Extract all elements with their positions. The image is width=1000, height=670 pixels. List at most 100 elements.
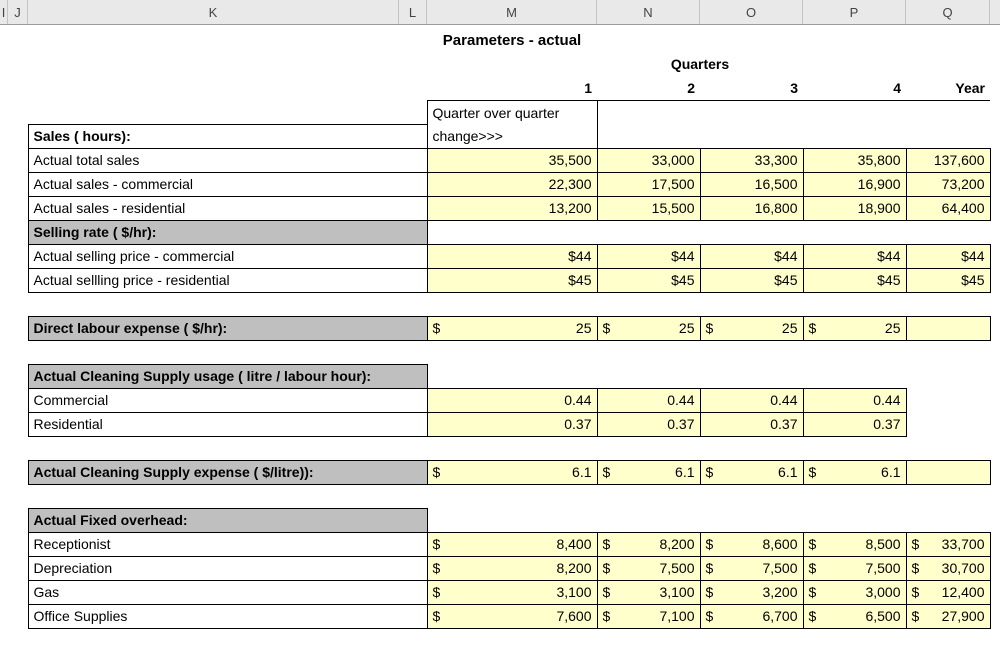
overhead-value-cell[interactable]: $7,500	[597, 556, 700, 580]
overhead-value-cell[interactable]: $7,600	[427, 604, 597, 628]
overhead-value-cell[interactable]: $8,400	[427, 532, 597, 556]
overhead-value-cell[interactable]: $6,700	[700, 604, 803, 628]
period-header-q2[interactable]: 2	[597, 76, 700, 100]
usage-value-cell[interactable]: 0.44	[700, 388, 803, 412]
sales-value-cell[interactable]: 137,600	[906, 148, 990, 172]
row-label-selling-price-commercial[interactable]: Actual selling price - commercial	[28, 244, 427, 268]
sales-value-cell[interactable]: 33,000	[597, 148, 700, 172]
period-header-year[interactable]: Year	[906, 76, 990, 100]
overhead-value-cell[interactable]: $8,500	[803, 532, 906, 556]
quarters-header[interactable]: Quarters	[597, 52, 803, 76]
row-label-depreciation[interactable]: Depreciation	[28, 556, 427, 580]
column-header-m[interactable]: M	[427, 0, 597, 24]
column-header-k[interactable]: K	[28, 0, 399, 24]
column-header-q[interactable]: Q	[906, 0, 990, 24]
row-label-actual-sales-residential[interactable]: Actual sales - residential	[28, 196, 427, 220]
supply-cost-cell[interactable]: $6.1	[427, 460, 597, 484]
row-label-office-supplies[interactable]: Office Supplies	[28, 604, 427, 628]
overhead-value-cell[interactable]: $8,200	[597, 532, 700, 556]
sales-value-cell[interactable]: 17,500	[597, 172, 700, 196]
labour-rate-cell[interactable]: $25	[597, 316, 700, 340]
period-header-q3[interactable]: 3	[700, 76, 803, 100]
sales-value-cell[interactable]: 35,500	[427, 148, 597, 172]
price-value-cell[interactable]: $45	[803, 268, 906, 292]
price-value-cell[interactable]: $44	[597, 244, 700, 268]
overhead-value-cell[interactable]: $7,500	[803, 556, 906, 580]
section-cleaning-usage[interactable]: Actual Cleaning Supply usage ( litre / l…	[28, 364, 427, 388]
row-label-usage-residential[interactable]: Residential	[28, 412, 427, 436]
section-selling-rate[interactable]: Selling rate ( $/hr):	[28, 220, 427, 244]
usage-value-cell[interactable]: 0.44	[427, 388, 597, 412]
supply-cost-cell[interactable]: $6.1	[803, 460, 906, 484]
row-usage-commercial: Commercial 0.44 0.44 0.44 0.44	[0, 388, 1000, 412]
row-selling-price-residential: Actual sellling price - residential $45 …	[0, 268, 1000, 292]
labour-rate-cell-empty[interactable]	[906, 316, 990, 340]
sales-value-cell[interactable]: 15,500	[597, 196, 700, 220]
section-cleaning-expense[interactable]: Actual Cleaning Supply expense ( $/litre…	[28, 460, 427, 484]
overhead-total-cell[interactable]: $27,900	[906, 604, 990, 628]
usage-value-cell[interactable]: 0.37	[427, 412, 597, 436]
overhead-value-cell[interactable]: $3,200	[700, 580, 803, 604]
column-header-p[interactable]: P	[803, 0, 906, 24]
overhead-value-cell[interactable]: $6,500	[803, 604, 906, 628]
overhead-value-cell[interactable]: $7,100	[597, 604, 700, 628]
sales-value-cell[interactable]: 73,200	[906, 172, 990, 196]
usage-value-cell[interactable]: 0.37	[597, 412, 700, 436]
column-header-o[interactable]: O	[700, 0, 803, 24]
labour-rate-cell[interactable]: $25	[700, 316, 803, 340]
usage-value-cell[interactable]: 0.44	[803, 388, 906, 412]
sales-value-cell[interactable]: 13,200	[427, 196, 597, 220]
supply-cost-cell[interactable]: $6.1	[597, 460, 700, 484]
row-label-actual-sales-commercial[interactable]: Actual sales - commercial	[28, 172, 427, 196]
overhead-total-cell[interactable]: $33,700	[906, 532, 990, 556]
supply-cost-cell[interactable]: $6.1	[700, 460, 803, 484]
overhead-value-cell[interactable]: $3,000	[803, 580, 906, 604]
sales-value-cell[interactable]: 16,500	[700, 172, 803, 196]
sales-value-cell[interactable]: 64,400	[906, 196, 990, 220]
column-header-i[interactable]: I	[0, 0, 8, 24]
currency-symbol: $	[809, 464, 817, 480]
overhead-value-cell[interactable]: $3,100	[597, 580, 700, 604]
section-direct-labour[interactable]: Direct labour expense ( $/hr):	[28, 316, 427, 340]
section-fixed-overhead[interactable]: Actual Fixed overhead:	[28, 508, 427, 532]
overhead-value-cell[interactable]: $3,100	[427, 580, 597, 604]
sales-value-cell[interactable]: 35,800	[803, 148, 906, 172]
usage-value-cell[interactable]: 0.37	[700, 412, 803, 436]
sales-value-cell[interactable]: 16,800	[700, 196, 803, 220]
row-label-receptionist[interactable]: Receptionist	[28, 532, 427, 556]
sales-value-cell[interactable]: 18,900	[803, 196, 906, 220]
price-value-cell[interactable]: $45	[597, 268, 700, 292]
price-value-cell[interactable]: $45	[427, 268, 597, 292]
price-value-cell[interactable]: $44	[803, 244, 906, 268]
row-label-usage-commercial[interactable]: Commercial	[28, 388, 427, 412]
supply-cost-cell-empty[interactable]	[906, 460, 990, 484]
labour-rate-cell[interactable]: $25	[803, 316, 906, 340]
period-header-q4[interactable]: 4	[803, 76, 906, 100]
column-header-n[interactable]: N	[597, 0, 700, 24]
sales-value-cell[interactable]: 16,900	[803, 172, 906, 196]
overhead-total-cell[interactable]: $12,400	[906, 580, 990, 604]
overhead-total-cell[interactable]: $30,700	[906, 556, 990, 580]
qoq-note-cell[interactable]: Quarter over quarter change>>>	[427, 100, 597, 148]
price-value-cell[interactable]: $44	[906, 244, 990, 268]
column-header-l[interactable]: L	[399, 0, 427, 24]
sheet-title[interactable]: Parameters - actual	[427, 28, 597, 52]
usage-value-cell[interactable]: 0.44	[597, 388, 700, 412]
price-value-cell[interactable]: $45	[906, 268, 990, 292]
price-value-cell[interactable]: $45	[700, 268, 803, 292]
overhead-value-cell[interactable]: $8,200	[427, 556, 597, 580]
row-label-actual-total-sales[interactable]: Actual total sales	[28, 148, 427, 172]
section-sales-hours[interactable]: Sales ( hours):	[28, 124, 427, 148]
overhead-value-cell[interactable]: $8,600	[700, 532, 803, 556]
overhead-value-cell[interactable]: $7,500	[700, 556, 803, 580]
row-label-gas[interactable]: Gas	[28, 580, 427, 604]
sales-value-cell[interactable]: 33,300	[700, 148, 803, 172]
row-label-selling-price-residential[interactable]: Actual sellling price - residential	[28, 268, 427, 292]
labour-rate-cell[interactable]: $25	[427, 316, 597, 340]
sales-value-cell[interactable]: 22,300	[427, 172, 597, 196]
price-value-cell[interactable]: $44	[700, 244, 803, 268]
usage-value-cell[interactable]: 0.37	[803, 412, 906, 436]
period-header-q1[interactable]: 1	[427, 76, 597, 100]
column-header-j[interactable]: J	[8, 0, 28, 24]
price-value-cell[interactable]: $44	[427, 244, 597, 268]
